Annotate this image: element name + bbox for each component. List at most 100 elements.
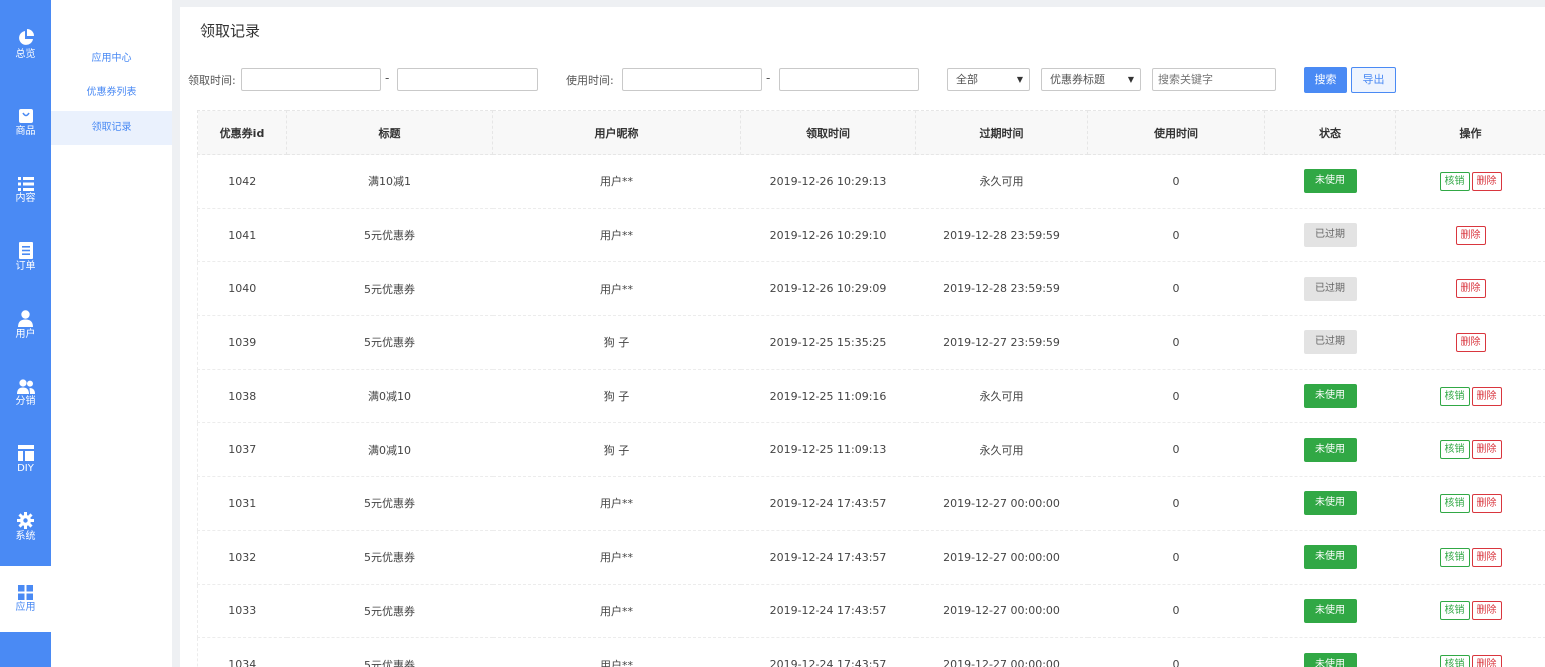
status-badge: 未使用: [1303, 652, 1357, 667]
table-row: 1032 5元优惠券 用户** 2019-12-24 17:43:57 2019-12-…: [197, 529, 1545, 585]
status-badge: 未使用: [1303, 598, 1357, 623]
delete-button[interactable]: 删除: [1471, 655, 1502, 667]
cell-coupon-id: 1031: [197, 476, 287, 531]
cell-actions: 核销 删除: [1395, 476, 1545, 531]
delete-button[interactable]: 删除: [1471, 386, 1502, 406]
cell-user-nickname: 用户**: [492, 529, 741, 585]
nav-item-apps[interactable]: 应用: [0, 566, 51, 632]
nav-item-system[interactable]: 系统: [0, 494, 51, 560]
table-body: 1042 满10减1 用户** 2019-12-26 10:29:13 永久可用 0 未使用…: [197, 154, 1545, 667]
redeem-button[interactable]: 核销: [1439, 601, 1470, 621]
use-time-end-input[interactable]: [779, 68, 919, 91]
cell-title: 5元优惠券: [286, 261, 493, 317]
delete-button[interactable]: 删除: [1471, 601, 1502, 621]
cell-status: 未使用: [1264, 476, 1396, 531]
status-badge: 未使用: [1303, 437, 1357, 462]
caret-down-icon: ▼: [1016, 75, 1023, 84]
nav-item-products[interactable]: 商品: [0, 90, 51, 156]
receive-time-end-input[interactable]: [397, 68, 538, 91]
layout-icon: [17, 445, 34, 461]
field-select-value: 优惠券标题: [1050, 73, 1105, 86]
cell-expire-time: 2019-12-28 23:59:59: [915, 261, 1088, 317]
delete-button[interactable]: 删除: [1455, 225, 1486, 245]
redeem-button[interactable]: 核销: [1439, 171, 1470, 191]
cell-use-time: 0: [1087, 154, 1265, 209]
nav-item-distribution[interactable]: 分销: [0, 360, 51, 426]
redeem-button[interactable]: 核销: [1439, 493, 1470, 513]
table-row: 1031 5元优惠券 用户** 2019-12-24 17:43:57 2019-12-…: [197, 476, 1545, 531]
cell-title: 满0减10: [286, 368, 493, 424]
cell-receive-time: 2019-12-24 17:43:57: [740, 583, 916, 639]
redeem-button[interactable]: 核销: [1439, 547, 1470, 567]
export-button[interactable]: 导出: [1351, 67, 1396, 93]
receive-time-start-input[interactable]: [241, 68, 381, 91]
cell-use-time: 0: [1087, 476, 1265, 531]
cell-actions: 核销 删除: [1395, 154, 1545, 209]
nav-label: 应用: [15, 601, 36, 613]
cell-use-time: 0: [1087, 368, 1265, 424]
cell-status: 未使用: [1264, 368, 1396, 424]
nav-item-diy[interactable]: DIY: [0, 427, 51, 493]
page-title: 领取记录: [200, 22, 261, 40]
cell-receive-time: 2019-12-26 10:29:13: [740, 154, 916, 209]
records-table: 优惠券id 标题 用户昵称 领取时间 过期时间 使用时间 状态 操作 1042 满…: [197, 110, 1545, 667]
cell-use-time: 0: [1087, 637, 1265, 667]
column-header: 标题: [286, 110, 493, 155]
cell-expire-time: 2019-12-27 00:00:00: [915, 583, 1088, 639]
use-time-start-input[interactable]: [622, 68, 762, 91]
cell-user-nickname: 用户**: [492, 154, 741, 209]
table-row: 1033 5元优惠券 用户** 2019-12-24 17:43:57 2019-12-…: [197, 583, 1545, 639]
nav-label: 分销: [15, 395, 36, 407]
nav-item-content[interactable]: 内容: [0, 158, 51, 224]
nav-item-orders[interactable]: 订单: [0, 224, 51, 290]
cell-expire-time: 2019-12-27 00:00:00: [915, 476, 1088, 531]
cell-title: 5元优惠券: [286, 529, 493, 585]
keyword-search-input[interactable]: [1152, 68, 1276, 91]
cell-receive-time: 2019-12-24 17:43:57: [740, 476, 916, 531]
delete-button[interactable]: 删除: [1471, 171, 1502, 191]
sub-item-receive-records[interactable]: 领取记录: [51, 111, 172, 145]
cell-use-time: 0: [1087, 529, 1265, 585]
cell-expire-time: 永久可用: [915, 422, 1088, 478]
cell-status: 已过期: [1264, 207, 1396, 263]
delete-button[interactable]: 删除: [1471, 440, 1502, 460]
main-nav: 总览 商品 内容 订单 用户 分销 DIY 系统 应用: [0, 0, 51, 667]
cell-coupon-id: 1038: [197, 368, 287, 424]
status-badge: 未使用: [1303, 545, 1357, 570]
search-button[interactable]: 搜索: [1304, 67, 1347, 93]
column-header: 过期时间: [915, 110, 1088, 155]
cell-title: 5元优惠券: [286, 583, 493, 639]
table-row: 1042 满10减1 用户** 2019-12-26 10:29:13 永久可用 0 未使用…: [197, 154, 1545, 209]
redeem-button[interactable]: 核销: [1439, 386, 1470, 406]
document-icon: [18, 241, 33, 259]
nav-item-users[interactable]: 用户: [0, 292, 51, 358]
cell-coupon-id: 1032: [197, 529, 287, 585]
cell-user-nickname: 狗 子: [492, 315, 741, 370]
column-header: 用户昵称: [492, 110, 741, 155]
cell-user-nickname: 用户**: [492, 583, 741, 639]
sub-item-app-center[interactable]: 应用中心: [51, 42, 172, 76]
redeem-button[interactable]: 核销: [1439, 440, 1470, 460]
delete-button[interactable]: 删除: [1471, 493, 1502, 513]
delete-button[interactable]: 删除: [1455, 279, 1486, 299]
cell-actions: 核销 删除: [1395, 368, 1545, 424]
status-select[interactable]: 全部 ▼: [947, 68, 1030, 91]
cell-actions: 核销 删除: [1395, 422, 1545, 478]
delete-button[interactable]: 删除: [1471, 547, 1502, 567]
delete-button[interactable]: 删除: [1455, 332, 1486, 352]
gear-icon: [17, 511, 34, 529]
sub-item-coupon-list[interactable]: 优惠券列表: [51, 76, 172, 110]
nav-item-overview[interactable]: 总览: [0, 12, 51, 78]
cell-receive-time: 2019-12-24 17:43:57: [740, 529, 916, 585]
status-badge: 未使用: [1303, 169, 1357, 194]
field-select[interactable]: 优惠券标题 ▼: [1041, 68, 1141, 91]
range-dash: -: [385, 71, 390, 85]
cell-user-nickname: 用户**: [492, 637, 741, 667]
cell-title: 5元优惠券: [286, 476, 493, 531]
redeem-button[interactable]: 核销: [1439, 655, 1470, 667]
caret-down-icon: ▼: [1127, 75, 1134, 84]
cell-use-time: 0: [1087, 261, 1265, 317]
cell-status: 已过期: [1264, 315, 1396, 370]
cell-receive-time: 2019-12-24 17:43:57: [740, 637, 916, 667]
nav-label: 商品: [15, 126, 36, 137]
